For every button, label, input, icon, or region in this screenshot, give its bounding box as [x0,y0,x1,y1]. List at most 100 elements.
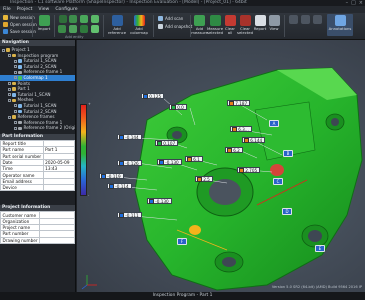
expand-toggle-icon[interactable] [2,48,5,52]
project-tree: Project 1 Inspection program Tutorial 1_SC… [0,46,75,134]
folder-icon [3,22,8,27]
view-button[interactable]: View [267,15,281,31]
deviation-label[interactable]: -0.126 [117,160,142,167]
add-scan-button[interactable]: Add scan [158,16,183,21]
entity-tool-6[interactable] [68,25,78,34]
deviation-swatch-icon [156,140,162,146]
tree-item-label: Part 1 [17,86,30,92]
boss-hole [308,230,322,242]
menu-file[interactable]: File [3,7,11,12]
tree-node-icon [18,126,22,131]
plane-icon [80,15,88,23]
menu-view[interactable]: View [38,7,49,12]
deviation-label[interactable]: 7.187 [227,100,251,107]
entity-tool-3[interactable] [79,15,89,24]
deviation-label[interactable]: -0.130 [147,198,172,205]
tree-node-icon [12,87,16,91]
callout-marker[interactable]: A [269,120,279,127]
entity-tool-5[interactable] [57,25,67,34]
add-colormap-button[interactable]: Add colormap [130,15,148,35]
info-field-value[interactable]: 2020-05-09 [42,158,76,167]
reference-frame-icon [111,15,123,26]
new-session-button[interactable]: New session [3,15,35,20]
expand-toggle-icon[interactable] [8,93,11,97]
menu-project[interactable]: Project [17,7,33,12]
deviation-label[interactable]: 0.0 [169,104,187,111]
tree-item[interactable]: Reference frame 2 (Origin) [0,125,75,131]
display-tool-1[interactable] [288,15,298,25]
expand-toggle-icon[interactable] [14,110,17,114]
deviation-label[interactable]: 6.144 [242,137,266,144]
deviation-label[interactable]: 2.705 [237,167,261,174]
expand-toggle-icon[interactable] [14,59,17,63]
entity-tool-2[interactable] [68,15,78,24]
colormap-icon [133,15,145,26]
annotations-button[interactable]: Annotations [327,14,353,36]
expand-toggle-icon[interactable] [8,87,11,91]
callout-marker[interactable]: E [315,245,325,252]
expand-toggle-icon[interactable] [14,76,17,80]
display-tool-3[interactable] [312,15,322,25]
cylinder-icon [58,25,66,33]
expand-toggle-icon[interactable] [14,121,17,125]
expand-toggle-icon[interactable] [14,126,17,130]
expand-toggle-icon[interactable] [8,115,11,119]
callout-marker[interactable]: C [273,178,283,185]
deviation-label[interactable]: -0.130 [157,159,182,166]
callout-marker[interactable]: B [283,150,293,157]
deviation-value: -0.130 [165,159,179,165]
clear-selected-button[interactable]: Clear selected [237,15,253,35]
display-tool-2[interactable] [300,15,310,25]
deviation-value: 0.125 [149,93,162,99]
info-field-value[interactable] [39,236,75,244]
entity-tool-7[interactable] [79,25,89,34]
deviation-label[interactable]: 0.107 [155,140,179,147]
tree-node-icon [12,53,16,58]
deviation-value: 7.187 [235,100,248,106]
deviation-label[interactable]: 6.1 [185,156,203,163]
deviation-value: 6.3... [238,126,249,132]
expand-toggle-icon[interactable] [8,82,11,86]
clear-all-button[interactable]: Clear all [223,15,237,35]
callout-marker[interactable]: F [177,238,187,245]
deviation-label[interactable]: -0.114 [107,183,132,190]
deviation-label[interactable]: -0.119 [99,173,124,180]
tree-item-label: Colormap 1 [23,74,48,80]
app-window: Inspection - C1 software Platform (Shape… [0,0,365,300]
deviation-label[interactable]: 6.2 [225,147,243,154]
save-session-button[interactable]: Save session [3,29,36,34]
scan-icon [158,16,163,21]
measure-selected-button[interactable]: Measure selected [207,15,223,35]
view-icon [268,15,280,26]
3d-viewport[interactable]: + - 0.125 0.0 7.187 -0.144 6.3... 6.144 … [77,40,365,292]
callout-marker[interactable]: D [282,208,292,215]
menu-configure[interactable]: Configure [55,7,77,12]
add-reference-button[interactable]: Add reference [108,15,126,35]
report-button[interactable]: Report [253,15,267,31]
deviation-label[interactable]: 2.5 [195,176,213,183]
expand-toggle-icon[interactable] [8,98,11,102]
deviation-label[interactable]: 0.125 [141,93,165,100]
add-measure-button[interactable]: Add measure [191,15,208,35]
tree-item-label: Reference frame 1 [23,69,63,75]
expand-toggle-icon[interactable] [14,70,17,74]
add-snapshot-button[interactable]: Add snapshot [158,24,192,29]
deviation-label[interactable]: 6.3... [230,126,252,133]
deviation-value: -0.144 [125,134,139,140]
expand-toggle-icon[interactable] [14,104,17,108]
clear-selected-icon [239,15,251,26]
import-button[interactable]: Import [37,15,51,31]
entity-tool-8[interactable] [90,25,100,34]
tree-node-icon [12,81,16,86]
entity-tool-4[interactable] [90,15,100,24]
expand-toggle-icon[interactable] [14,65,17,69]
grid-icon [288,15,298,24]
info-field-value[interactable] [42,184,76,192]
tree-item-label: Project 1 [11,47,30,52]
circle-icon [91,15,99,23]
tree-node-icon [18,120,22,125]
expand-toggle-icon[interactable] [8,54,11,58]
tree-item-label: Points [17,80,31,86]
deviation-label[interactable]: -0.111 [117,212,142,219]
deviation-label[interactable]: -0.144 [117,134,142,141]
